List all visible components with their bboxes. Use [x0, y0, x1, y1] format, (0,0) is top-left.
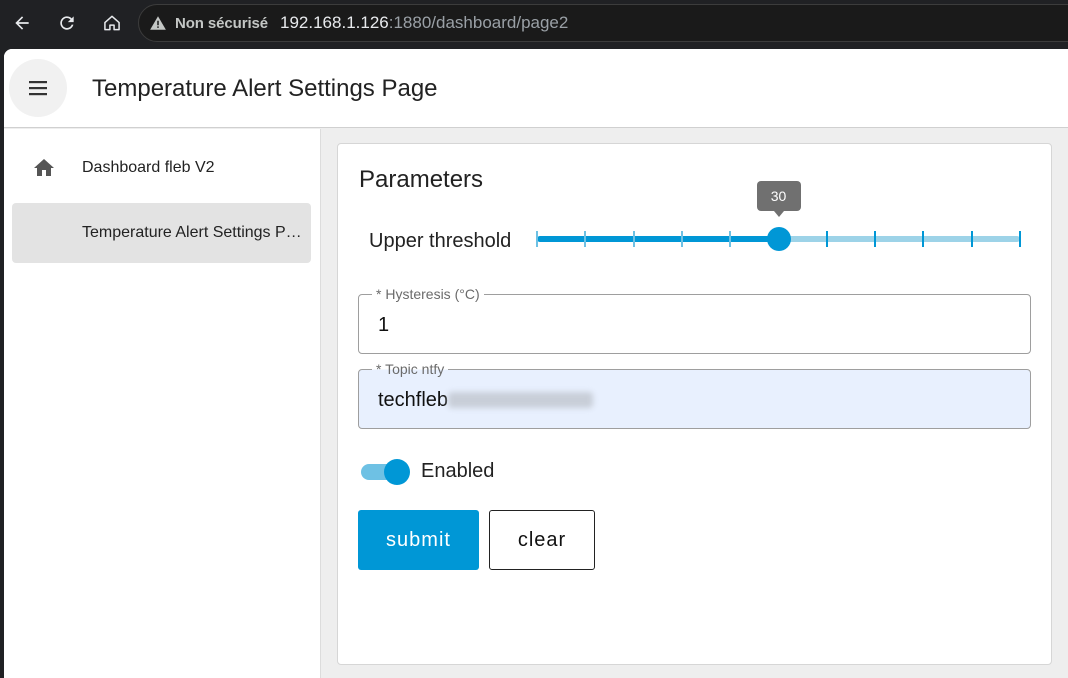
- topic-ntfy-field[interactable]: * Topic ntfy techfleb: [358, 362, 1031, 429]
- sidebar-item-temperature-alert[interactable]: Temperature Alert Settings Page: [12, 203, 311, 263]
- app-header: Temperature Alert Settings Page: [4, 49, 1068, 128]
- redacted-text: [448, 392, 594, 408]
- slider-tick: [680, 231, 683, 247]
- slider-tick: [825, 231, 828, 247]
- slider-fill: [537, 236, 779, 242]
- sidebar-nav: Dashboard fleb V2 Temperature Alert Sett…: [4, 129, 321, 678]
- url-host: 192.168.1.126: [280, 13, 389, 32]
- hysteresis-label: * Hysteresis (°C): [372, 287, 484, 302]
- submit-button[interactable]: submit: [358, 510, 479, 570]
- slider-tick: [729, 231, 732, 247]
- reload-icon[interactable]: [53, 9, 81, 37]
- clear-button[interactable]: clear: [489, 510, 595, 570]
- address-bar[interactable]: Non sécurisé 192.168.1.126:1880/dashboar…: [138, 4, 1068, 42]
- url-path: :1880/dashboard/page2: [388, 13, 569, 32]
- topic-ntfy-value: techfleb: [378, 389, 449, 411]
- slider-tick: [632, 231, 635, 247]
- hamburger-menu-icon: [29, 81, 47, 96]
- dashboard-app: Temperature Alert Settings Page Dashboar…: [4, 49, 1068, 678]
- slider-value-tooltip: 30: [756, 181, 801, 217]
- slider-label: Upper threshold: [369, 230, 512, 252]
- card-title: Parameters: [359, 166, 484, 193]
- warning-icon[interactable]: [149, 14, 167, 32]
- home-button-icon[interactable]: [98, 9, 126, 37]
- slider-tick: [1019, 231, 1021, 247]
- hysteresis-value: 1: [378, 314, 390, 336]
- enabled-label: Enabled: [421, 460, 495, 482]
- menu-button[interactable]: [9, 59, 67, 117]
- sidebar-item-label: Dashboard fleb V2: [82, 159, 215, 176]
- slider-tick: [922, 231, 925, 247]
- sidebar-item-label: Temperature Alert Settings Page: [82, 224, 304, 241]
- page-title: Temperature Alert Settings Page: [92, 75, 438, 102]
- parameters-card: Parameters Upper threshold 30 * Hysteres…: [337, 143, 1052, 665]
- browser-toolbar: Non sécurisé 192.168.1.126:1880/dashboar…: [0, 0, 1068, 49]
- slider-tick: [970, 231, 973, 247]
- back-icon[interactable]: [8, 9, 36, 37]
- slider-thumb[interactable]: [766, 227, 791, 251]
- home-icon: [34, 159, 54, 176]
- slider-tick: [536, 231, 538, 247]
- topic-ntfy-label: * Topic ntfy: [372, 362, 449, 377]
- sidebar-item-dashboard[interactable]: Dashboard fleb V2: [12, 138, 311, 198]
- slider-tick: [584, 231, 587, 247]
- upper-threshold-slider[interactable]: 30: [536, 181, 1021, 251]
- security-status: Non sécurisé: [175, 14, 269, 32]
- slider-tick: [874, 231, 877, 247]
- topic-ntfy-value-wrap: techfleb: [378, 389, 594, 412]
- toggle-knob: [384, 459, 410, 485]
- enabled-toggle[interactable]: [361, 458, 410, 485]
- hysteresis-field[interactable]: * Hysteresis (°C) 1: [358, 287, 1031, 354]
